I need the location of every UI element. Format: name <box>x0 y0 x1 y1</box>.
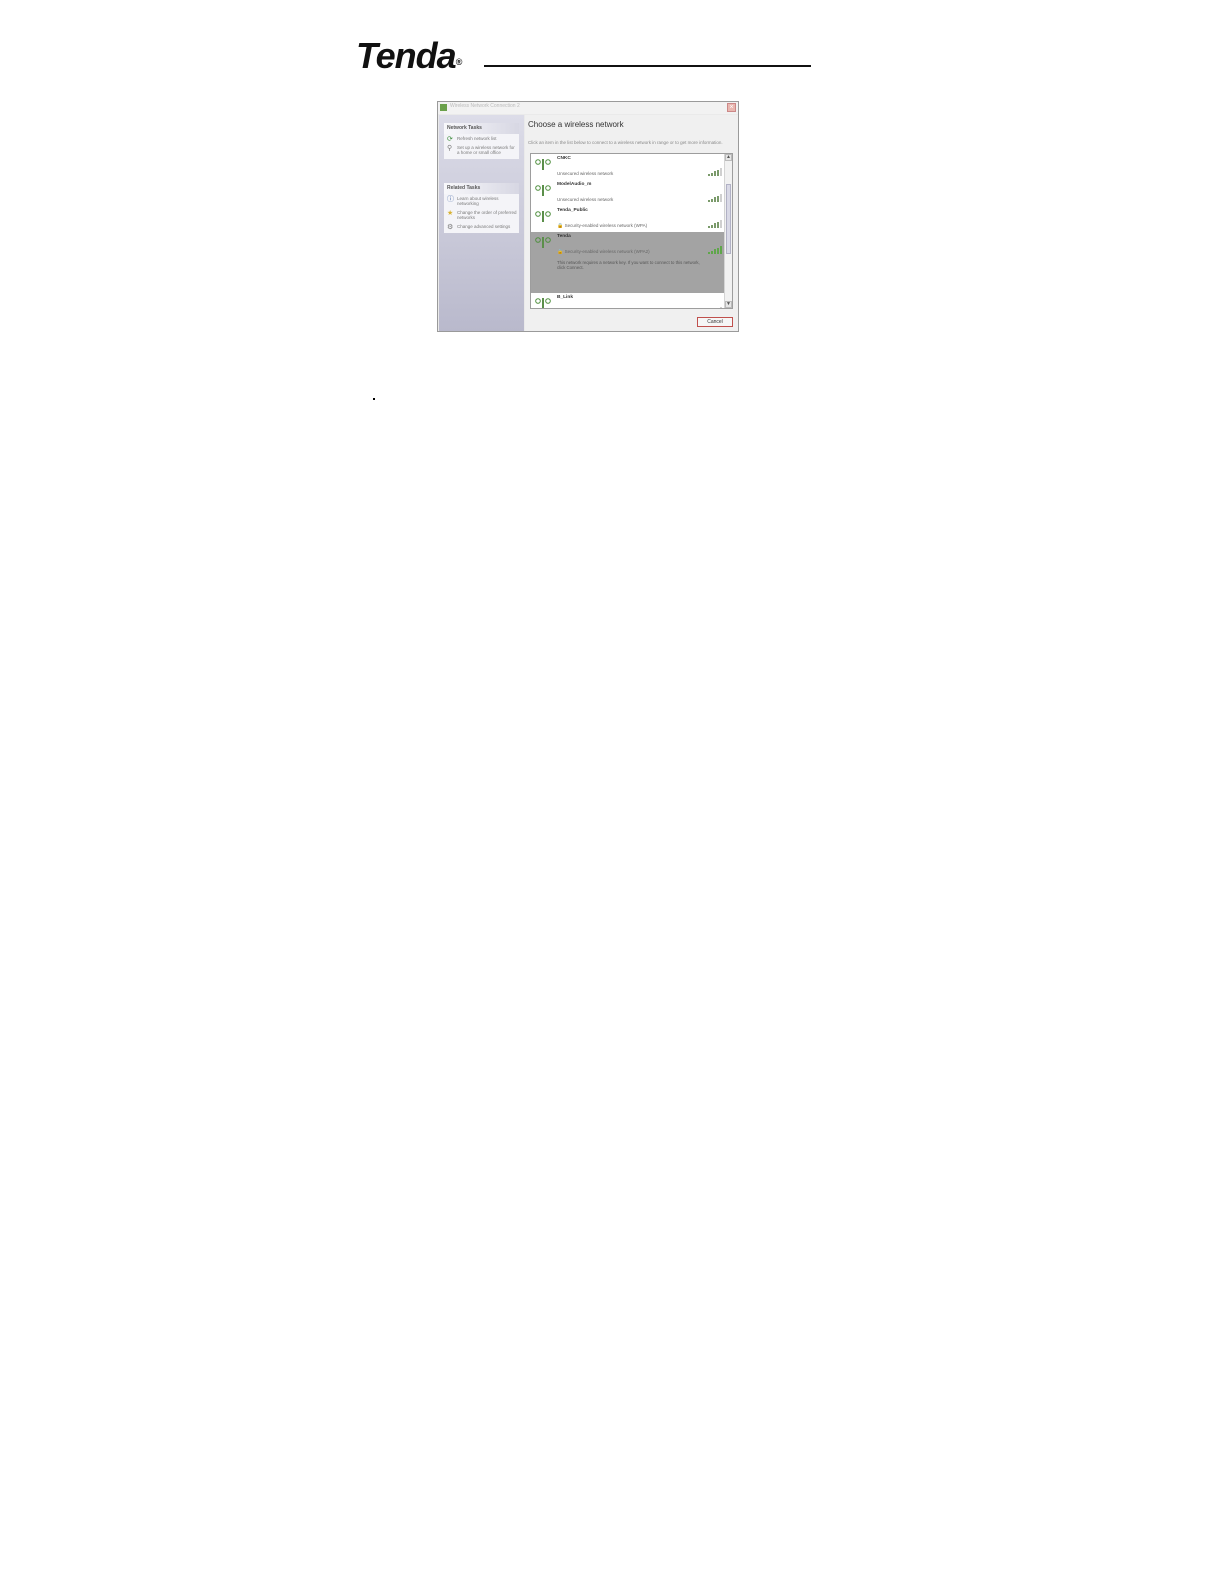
signal-bar <box>717 247 719 254</box>
network-item[interactable]: Tenda 🔒 Security-enabled wireless network… <box>531 232 725 293</box>
network-item[interactable]: B_Link <box>531 293 725 310</box>
task-label: Learn about wireless networking <box>457 196 499 206</box>
network-message: This network requires a network key. If … <box>557 260 700 270</box>
wireless-antenna-icon <box>535 298 551 308</box>
signal-bar <box>708 226 710 228</box>
page-description: Click an item in the list below to conne… <box>528 140 723 145</box>
signal-strength-icon <box>708 194 722 202</box>
signal-strength-icon <box>708 307 722 310</box>
scroll-thumb[interactable] <box>726 184 731 254</box>
signal-bar <box>711 250 713 254</box>
scroll-up-button[interactable]: ▲ <box>725 154 732 161</box>
signal-bar <box>717 221 719 228</box>
signal-bar <box>720 194 722 202</box>
network-name: CNKC <box>557 156 571 161</box>
signal-bar <box>717 195 719 202</box>
network-status: Unsecured wireless network <box>557 171 613 176</box>
cancel-button[interactable]: Cancel <box>697 317 733 327</box>
network-tasks-heading[interactable]: Network Tasks <box>444 123 519 134</box>
signal-bar <box>714 249 716 254</box>
signal-bar <box>720 168 722 176</box>
task-pane: Network Tasks ⟳ Refresh network list ⚲ S… <box>439 115 524 331</box>
lock-icon: 🔒 <box>557 249 565 255</box>
signal-bar <box>708 252 710 254</box>
task-label: Refresh network list <box>457 136 497 141</box>
wireless-antenna-icon <box>535 237 551 248</box>
related-tasks-group: Related Tasks ⓘ Learn about wireless net… <box>444 183 519 233</box>
task-label: Set up a wireless network for a home or … <box>457 145 515 155</box>
task-change-order[interactable]: ★ Change the order of preferred networks <box>444 208 519 222</box>
network-status: 🔒 Security-enabled wireless network (WPA… <box>557 223 647 229</box>
signal-bar <box>714 171 716 176</box>
network-status-text: Unsecured wireless network <box>557 171 614 176</box>
signal-bar <box>720 246 722 254</box>
task-refresh-network-list[interactable]: ⟳ Refresh network list <box>444 134 519 143</box>
network-status-text: Security-enabled wireless network (WPA2) <box>564 249 650 254</box>
network-name: B_Link <box>557 295 573 300</box>
network-name: ModelAudio_m <box>557 182 592 187</box>
network-status: 🔒 Security-enabled wireless network (WPA… <box>557 249 650 255</box>
task-label: Change advanced settings <box>457 224 511 229</box>
window-titlebar[interactable]: Wireless Network Connection 2 × <box>438 102 738 114</box>
signal-strength-icon <box>708 220 722 228</box>
related-tasks-heading[interactable]: Related Tasks <box>444 183 519 194</box>
signal-bar <box>708 174 710 176</box>
signal-bar <box>711 224 713 228</box>
network-item[interactable]: ModelAudio_m Unsecured wireless network <box>531 180 725 206</box>
signal-strength-icon <box>708 246 722 254</box>
signal-bar <box>717 169 719 176</box>
network-item[interactable]: Tenda_Public 🔒 Security-enabled wireless … <box>531 206 725 232</box>
star-icon: ★ <box>447 210 454 217</box>
network-status: Unsecured wireless network <box>557 197 613 202</box>
task-learn-wireless[interactable]: ⓘ Learn about wireless networking <box>444 194 519 208</box>
settings-icon: ⚙ <box>447 224 454 231</box>
network-status-text: Unsecured wireless network <box>557 197 614 202</box>
wireless-antenna-icon <box>535 185 551 196</box>
network-status-text: Security-enabled wireless network (WPA) <box>564 223 648 228</box>
signal-bar <box>714 197 716 202</box>
page-title: Choose a wireless network <box>528 120 624 129</box>
refresh-icon: ⟳ <box>447 136 453 143</box>
main-pane: Choose a wireless network Click an item … <box>525 115 738 331</box>
lock-icon: 🔒 <box>557 223 565 229</box>
network-name: Tenda <box>557 234 571 239</box>
network-name: Tenda_Public <box>557 208 588 213</box>
signal-bar <box>720 220 722 228</box>
header-rule <box>484 65 811 67</box>
signal-bar <box>720 307 722 308</box>
signal-bar <box>711 172 713 176</box>
close-button[interactable]: × <box>727 103 736 112</box>
wireless-network-window: Wireless Network Connection 2 × Network … <box>437 101 739 332</box>
network-list-scrollbar[interactable]: ▲ ▼ <box>724 154 732 308</box>
wireless-antenna-icon <box>535 211 551 222</box>
signal-bar <box>714 223 716 228</box>
info-icon: ⓘ <box>447 196 454 203</box>
page-dot <box>373 398 375 400</box>
scroll-down-button[interactable]: ▼ <box>725 301 732 308</box>
task-label: Change the order of preferred networks <box>457 210 517 220</box>
wireless-antenna-icon <box>535 159 551 170</box>
tenda-logo: Tenda® <box>356 35 462 76</box>
signal-bar <box>717 309 719 310</box>
task-setup-wireless-network[interactable]: ⚲ Set up a wireless network for a home o… <box>444 143 519 159</box>
window-title: Wireless Network Connection 2 <box>450 103 520 109</box>
signal-bar <box>708 200 710 202</box>
signal-strength-icon <box>708 168 722 176</box>
signal-bar <box>711 198 713 202</box>
network-list[interactable]: CNKC Unsecured wireless network ModelAudio… <box>530 153 733 309</box>
network-item[interactable]: CNKC Unsecured wireless network <box>531 154 725 180</box>
task-advanced-settings[interactable]: ⚙ Change advanced settings <box>444 222 519 233</box>
setup-network-icon: ⚲ <box>447 145 453 152</box>
network-connection-icon <box>440 104 447 111</box>
network-tasks-group: Network Tasks ⟳ Refresh network list ⚲ S… <box>444 123 519 159</box>
